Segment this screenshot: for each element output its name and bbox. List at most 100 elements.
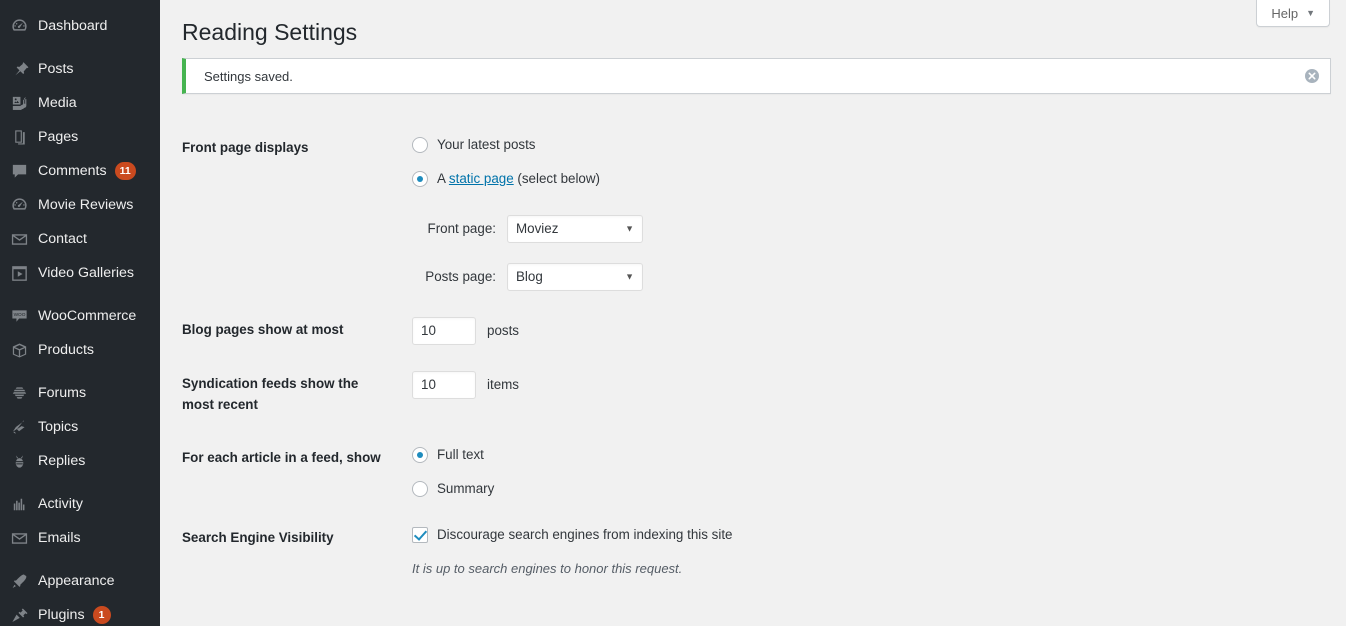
comments-icon [9, 161, 29, 181]
option-full-text[interactable]: Full text [412, 445, 1312, 465]
search-engine-visibility-controls: Discourage search engines from indexing … [402, 512, 1322, 592]
sidebar-item-label: Movie Reviews [38, 198, 133, 212]
sidebar-item-activity[interactable]: Activity [0, 487, 160, 521]
pin-icon [9, 59, 29, 79]
radio-label-summary[interactable]: Summary [437, 479, 494, 499]
front-page-row: Front page: Moviez ▼ [412, 215, 1312, 243]
static-page-link[interactable]: static page [449, 171, 514, 186]
sidebar-item-video-galleries[interactable]: Video Galleries [0, 256, 160, 290]
syndication-feeds-field: 10 items [412, 371, 1312, 399]
pages-icon [9, 127, 29, 147]
option-static-page[interactable]: A static page (select below) [412, 169, 1312, 189]
dismiss-icon[interactable] [1298, 62, 1326, 90]
blog-pages-controls: 10 posts [402, 304, 1322, 358]
sidebar-item-topics[interactable]: Topics [0, 410, 160, 444]
front-page-select-value: Moviez [516, 219, 558, 239]
admin-sidebar: Dashboard Posts Media Pages Comments 11 … [0, 0, 160, 626]
sidebar-item-movie-reviews[interactable]: Movie Reviews [0, 188, 160, 222]
sidebar-item-label: Plugins [38, 608, 85, 622]
option-discourage-search-engines[interactable]: Discourage search engines from indexing … [412, 525, 1312, 545]
sidebar-item-label: Contact [38, 232, 87, 246]
sidebar-item-dashboard[interactable]: Dashboard [0, 9, 160, 43]
syndication-feeds-unit: items [487, 375, 519, 395]
sidebar-item-label: Dashboard [38, 19, 107, 33]
sidebar-item-posts[interactable]: Posts [0, 52, 160, 86]
sidebar-item-contact[interactable]: Contact [0, 222, 160, 256]
sidebar-item-forums[interactable]: Forums [0, 376, 160, 410]
sidebar-item-label: Posts [38, 62, 73, 76]
help-tab-label: Help [1271, 6, 1298, 21]
sidebar-spacer [0, 290, 160, 299]
video-icon [9, 263, 29, 283]
sidebar-spacer [0, 555, 160, 564]
static-page-selectors: Front page: Moviez ▼ Posts page: Blog ▼ [412, 215, 1312, 291]
checkbox-label-discourage-search-engines[interactable]: Discourage search engines from indexing … [437, 525, 733, 545]
page-title: Reading Settings [182, 18, 357, 48]
sidebar-item-appearance[interactable]: Appearance [0, 564, 160, 598]
radio-your-latest-posts[interactable] [412, 137, 428, 153]
replies-icon [9, 451, 29, 471]
gauge-icon [9, 195, 29, 215]
sidebar-item-label: Comments [38, 164, 107, 178]
front-page-select[interactable]: Moviez ▼ [507, 215, 643, 243]
posts-page-row: Posts page: Blog ▼ [412, 263, 1312, 291]
chevron-down-icon: ▼ [625, 273, 634, 282]
plugins-count-badge: 1 [93, 606, 111, 624]
radio-full-text[interactable] [412, 447, 428, 463]
sidebar-item-plugins[interactable]: Plugins 1 [0, 598, 160, 626]
sidebar-item-label: Appearance [38, 574, 115, 588]
form-row-search-engine-visibility: Search Engine Visibility Discourage sear… [182, 512, 1322, 592]
help-tab-button[interactable]: Help ▼ [1256, 0, 1330, 27]
front-page-displays-label: Front page displays [182, 122, 402, 304]
front-page-label: Front page: [412, 219, 496, 239]
sidebar-item-media[interactable]: Media [0, 86, 160, 120]
static-page-suffix: (select below) [514, 171, 600, 186]
radio-label-your-latest-posts[interactable]: Your latest posts [437, 135, 536, 155]
sidebar-item-woocommerce[interactable]: WOO WooCommerce [0, 299, 160, 333]
radio-label-full-text[interactable]: Full text [437, 445, 484, 465]
settings-saved-notice: Settings saved. [182, 58, 1331, 94]
appearance-icon [9, 571, 29, 591]
woocommerce-icon: WOO [9, 306, 29, 326]
search-engine-visibility-label: Search Engine Visibility [182, 512, 402, 592]
front-page-displays-controls: Your latest posts A static page (select … [402, 122, 1322, 304]
posts-page-select[interactable]: Blog ▼ [507, 263, 643, 291]
chevron-down-icon: ▼ [625, 225, 634, 234]
checkbox-discourage-search-engines[interactable] [412, 527, 428, 543]
screen-meta-links: Help ▼ [1256, 0, 1330, 27]
sidebar-item-replies[interactable]: Replies [0, 444, 160, 478]
option-summary[interactable]: Summary [412, 479, 1312, 499]
radio-static-page[interactable] [412, 171, 428, 187]
envelope-icon [9, 528, 29, 548]
box-icon [9, 340, 29, 360]
topics-icon [9, 417, 29, 437]
sidebar-item-label: Products [38, 343, 94, 357]
option-your-latest-posts[interactable]: Your latest posts [412, 135, 1312, 155]
static-page-prefix: A [437, 171, 449, 186]
blog-pages-label: Blog pages show at most [182, 304, 402, 358]
sidebar-item-label: Forums [38, 386, 86, 400]
sidebar-spacer [0, 478, 160, 487]
sidebar-item-comments[interactable]: Comments 11 [0, 154, 160, 188]
blog-pages-unit: posts [487, 321, 519, 341]
form-row-blog-pages: Blog pages show at most 10 posts [182, 304, 1322, 358]
sidebar-item-label: Media [38, 96, 77, 110]
posts-page-label: Posts page: [412, 267, 496, 287]
sidebar-item-products[interactable]: Products [0, 333, 160, 367]
radio-label-static-page[interactable]: A static page (select below) [437, 169, 600, 189]
sidebar-item-label: Topics [38, 420, 78, 434]
feed-article-show-controls: Full text Summary [402, 432, 1322, 512]
search-engine-visibility-description: It is up to search engines to honor this… [412, 559, 1312, 579]
chevron-down-icon: ▼ [1306, 9, 1315, 18]
syndication-feeds-input[interactable]: 10 [412, 371, 476, 399]
blog-pages-input[interactable]: 10 [412, 317, 476, 345]
reading-settings-form: Front page displays Your latest posts A … [182, 122, 1322, 592]
sidebar-item-pages[interactable]: Pages [0, 120, 160, 154]
media-icon [9, 93, 29, 113]
radio-summary[interactable] [412, 481, 428, 497]
form-row-feed-article-show: For each article in a feed, show Full te… [182, 432, 1322, 512]
form-row-front-page-displays: Front page displays Your latest posts A … [182, 122, 1322, 304]
sidebar-item-emails[interactable]: Emails [0, 521, 160, 555]
sidebar-spacer [0, 367, 160, 376]
feed-article-show-label: For each article in a feed, show [182, 432, 402, 512]
